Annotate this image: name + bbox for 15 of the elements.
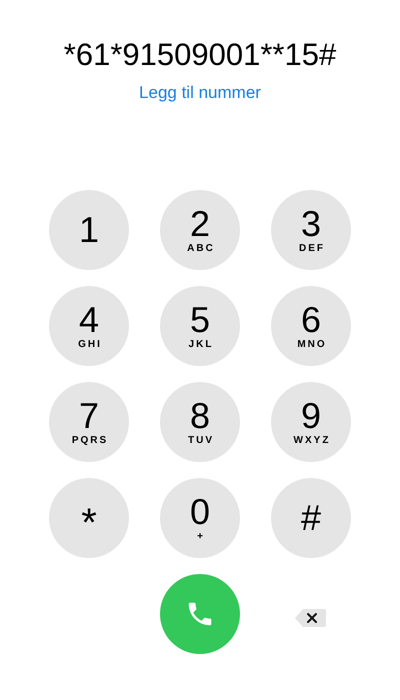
- keypad-key[interactable]: 7 PQRS: [49, 382, 129, 462]
- keypad-key[interactable]: 1: [49, 190, 129, 270]
- add-number-link[interactable]: Legg til nummer: [139, 83, 261, 103]
- dialed-number: *61*91509001**15#: [64, 36, 336, 74]
- keypad-key[interactable]: 5 JKL: [160, 286, 240, 366]
- keypad-key[interactable]: #: [271, 478, 351, 558]
- keypad-key[interactable]: 9 WXYZ: [271, 382, 351, 462]
- backspace-icon[interactable]: [294, 606, 328, 630]
- keypad-key[interactable]: *: [49, 478, 129, 558]
- keypad-key[interactable]: 3 DEF: [271, 190, 351, 270]
- keypad-key[interactable]: 8 TUV: [160, 382, 240, 462]
- keypad-key[interactable]: 4 GHI: [49, 286, 129, 366]
- keypad-key[interactable]: 0 +: [160, 478, 240, 558]
- keypad-key[interactable]: 6 MNO: [271, 286, 351, 366]
- keypad-key[interactable]: 2 ABC: [160, 190, 240, 270]
